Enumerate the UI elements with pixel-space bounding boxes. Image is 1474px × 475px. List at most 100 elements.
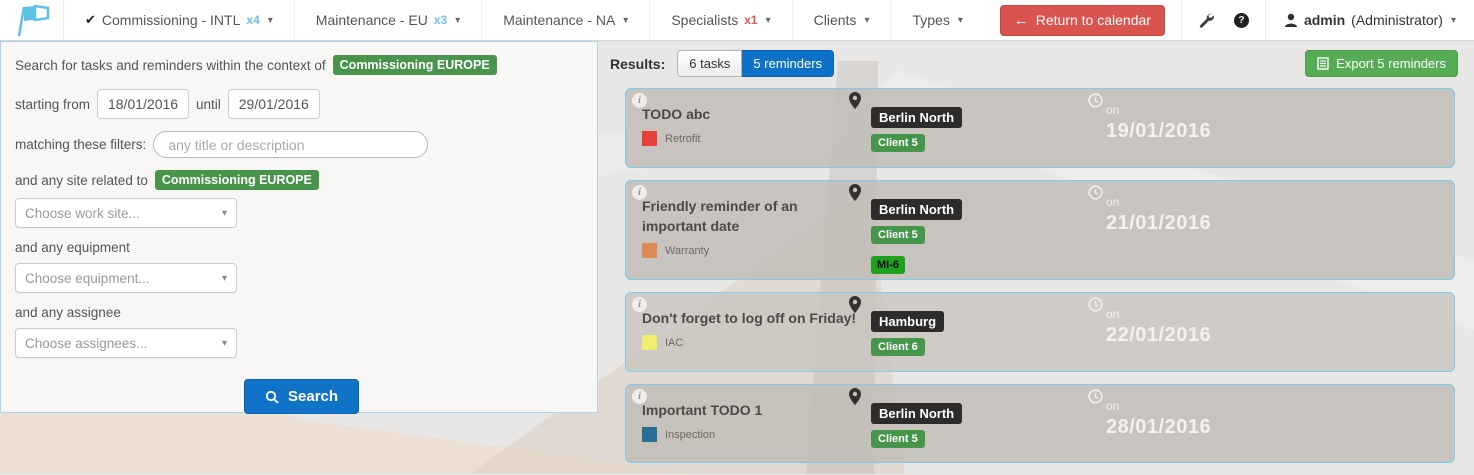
nav-item-maintenance-eu[interactable]: Maintenance - EU x3 ▾: [295, 0, 482, 40]
site-badge: Berlin North: [871, 107, 962, 128]
nav-item-label: Maintenance - EU: [316, 12, 428, 28]
nav-item-types[interactable]: Types ▾: [891, 0, 983, 40]
caret-down-icon: ▾: [222, 273, 227, 284]
reminders-toggle-button[interactable]: 5 reminders: [742, 50, 834, 77]
date-range-row: starting from until: [15, 89, 583, 119]
reminder-main-column: Important TODO 1 Inspection: [642, 400, 847, 442]
reminder-type-row: Warranty: [642, 243, 847, 258]
caret-down-icon: ▾: [222, 338, 227, 349]
caret-down-icon: ▾: [766, 15, 771, 26]
nav-item-label: Clients: [814, 12, 857, 28]
type-label: IAC: [665, 337, 683, 349]
nav-item-count: x4: [246, 13, 259, 27]
reminder-date-column: on 21/01/2016: [1106, 195, 1211, 235]
caret-down-icon: ▾: [1451, 15, 1456, 26]
reminder-results-list: i TODO abc Retrofit Berlin North Client …: [625, 88, 1455, 475]
reminder-card[interactable]: i Friendly reminder of an important date…: [625, 180, 1455, 280]
context-label: Search for tasks and reminders within th…: [15, 58, 326, 73]
worksite-select-placeholder: Choose work site...: [25, 206, 140, 221]
wrench-icon: [1198, 12, 1214, 28]
nav-item-label: Commissioning - INTL: [102, 12, 240, 28]
reminder-badges-column: Berlin North Client 5: [871, 107, 962, 152]
type-color-swatch: [642, 427, 657, 442]
site-badge: Commissioning EUROPE: [155, 170, 319, 190]
left-arrow-icon: ←: [1014, 12, 1029, 29]
reminder-card[interactable]: i Important TODO 1 Inspection Berlin Nor…: [625, 384, 1455, 463]
date-prefix: on: [1106, 307, 1211, 321]
from-label: starting from: [15, 97, 90, 112]
equipment-select[interactable]: Choose equipment... ▾: [15, 263, 237, 293]
context-badge: Commissioning EUROPE: [333, 55, 497, 75]
flag-logo-icon: [12, 2, 52, 38]
reminder-badges-column: Hamburg Client 6: [871, 311, 944, 356]
search-button-label: Search: [288, 388, 338, 405]
results-bar: Results: 6 tasks 5 reminders Export 5 re…: [610, 50, 1458, 77]
site-row: and any site related to Commissioning EU…: [15, 170, 583, 190]
search-button[interactable]: Search: [244, 379, 359, 414]
reminder-title: Important TODO 1: [642, 400, 847, 420]
export-list-icon: [1317, 57, 1329, 70]
caret-down-icon: ▾: [268, 15, 273, 26]
client-badge: Client 5: [871, 134, 925, 152]
location-pin-icon: [848, 296, 862, 314]
clock-icon: [1088, 297, 1103, 312]
reminder-title: Friendly reminder of an important date: [642, 196, 847, 236]
reminder-date-column: on 28/01/2016: [1106, 399, 1211, 439]
reminder-date: 19/01/2016: [1106, 120, 1211, 143]
assignee-select[interactable]: Choose assignees... ▾: [15, 328, 237, 358]
nav-item-maintenance-na[interactable]: Maintenance - NA ▾: [482, 0, 650, 40]
reminder-card[interactable]: i TODO abc Retrofit Berlin North Client …: [625, 88, 1455, 168]
app-logo[interactable]: [0, 0, 64, 40]
end-date-input[interactable]: [228, 89, 320, 119]
date-prefix: on: [1106, 103, 1211, 117]
nav-item-commissioning-intl[interactable]: ✔ Commissioning - INTL x4 ▾: [64, 0, 295, 40]
site-badge: Berlin North: [871, 403, 962, 424]
reminder-date: 21/01/2016: [1106, 212, 1211, 235]
export-reminders-button[interactable]: Export 5 reminders: [1305, 50, 1458, 77]
context-row: Search for tasks and reminders within th…: [15, 55, 583, 75]
reminder-date: 22/01/2016: [1106, 324, 1211, 347]
reminder-main-column: Friendly reminder of an important date W…: [642, 196, 847, 258]
user-icon: [1284, 13, 1298, 28]
nav-item-label: Types: [912, 12, 949, 28]
assignee-select-placeholder: Choose assignees...: [25, 336, 147, 351]
filters-label: matching these filters:: [15, 137, 146, 152]
caret-down-icon: ▾: [222, 208, 227, 219]
reminder-title: TODO abc: [642, 104, 847, 124]
type-color-swatch: [642, 131, 657, 146]
reminder-badges-column: Berlin North Client 5 MI-6: [871, 199, 962, 274]
nav-item-clients[interactable]: Clients ▾: [793, 0, 892, 40]
export-button-label: Export 5 reminders: [1336, 56, 1446, 71]
reminder-title: Don't forget to log off on Friday!: [642, 308, 872, 328]
reminder-main-column: Don't forget to log off on Friday! IAC: [642, 308, 872, 350]
filter-row: matching these filters:: [15, 131, 583, 158]
nav-item-label: Specialists: [671, 12, 738, 28]
start-date-input[interactable]: [97, 89, 189, 119]
return-to-calendar-label: Return to calendar: [1036, 12, 1151, 28]
type-label: Retrofit: [665, 133, 700, 145]
title-filter-input[interactable]: [153, 131, 428, 158]
date-prefix: on: [1106, 399, 1211, 413]
assignee-label: and any assignee: [15, 305, 583, 320]
nav-item-label: Maintenance - NA: [503, 12, 615, 28]
client-badge: Client 5: [871, 226, 925, 244]
clock-icon: [1088, 93, 1103, 108]
return-to-calendar-button[interactable]: ← Return to calendar: [1000, 5, 1165, 36]
type-color-swatch: [642, 335, 657, 350]
client-badge: Client 5: [871, 430, 925, 448]
reminder-main-column: TODO abc Retrofit: [642, 104, 847, 146]
reminder-card[interactable]: i Don't forget to log off on Friday! IAC…: [625, 292, 1455, 372]
help-button[interactable]: ?: [1230, 13, 1265, 28]
reminder-type-row: Retrofit: [642, 131, 847, 146]
type-label: Warranty: [665, 245, 709, 257]
clock-icon: [1088, 185, 1103, 200]
client-badge: Client 6: [871, 338, 925, 356]
nav-item-specialists[interactable]: Specialists x1 ▾: [650, 0, 792, 40]
settings-wrench-button[interactable]: [1182, 12, 1230, 28]
search-panel: Search for tasks and reminders within th…: [0, 41, 598, 413]
worksite-select[interactable]: Choose work site... ▾: [15, 198, 237, 228]
user-menu[interactable]: admin (Administrator) ▾: [1266, 12, 1474, 28]
clock-icon: [1088, 389, 1103, 404]
navbar-right-group: ← Return to calendar ? admin (Administra…: [1000, 0, 1474, 40]
tasks-toggle-button[interactable]: 6 tasks: [677, 50, 742, 77]
